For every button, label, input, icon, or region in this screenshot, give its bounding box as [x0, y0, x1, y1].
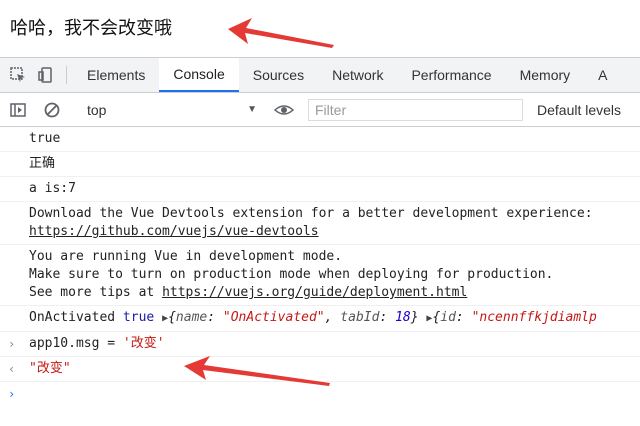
result-arrow-icon: ‹	[8, 362, 16, 376]
tab-sources[interactable]: Sources	[239, 58, 318, 92]
obj1-key2: tabId	[340, 310, 380, 325]
page-text: 哈哈，我不会改变哦	[10, 18, 172, 39]
obj2-key1: id	[440, 310, 456, 325]
console-toolbar: top ▼ Default levels	[0, 93, 640, 127]
console-message: true	[0, 127, 640, 152]
inspect-element-icon[interactable]	[4, 58, 32, 92]
annotation-arrow-top	[228, 18, 334, 48]
log-levels-dropdown[interactable]: Default levels	[537, 102, 621, 118]
input-string: '改变'	[122, 336, 165, 351]
tab-memory[interactable]: Memory	[506, 58, 585, 92]
input-expression: app10.msg =	[29, 336, 123, 351]
device-toolbar-icon[interactable]	[32, 58, 60, 92]
dev-mode-line-2: Make sure to turn on production mode whe…	[29, 267, 554, 282]
object-preview-2[interactable]: ▶{id: "ncennffkjdiamlp	[426, 310, 596, 325]
obj1-val2: 18	[395, 310, 411, 325]
tab-elements[interactable]: Elements	[73, 58, 159, 92]
console-message: a is:7	[0, 177, 640, 202]
console-message: 正确	[0, 152, 640, 177]
annotation-arrow-bottom	[184, 356, 330, 386]
vue-devtools-link[interactable]: https://github.com/vuejs/vue-devtools	[29, 224, 319, 239]
obj1-key1: name	[175, 310, 208, 325]
deployment-guide-link[interactable]: https://vuejs.org/guide/deployment.html	[162, 285, 467, 300]
activated-label: OnActivated	[29, 310, 116, 325]
console-message: Download the Vue Devtools extension for …	[0, 202, 640, 245]
context-selector[interactable]: top ▼	[87, 98, 257, 122]
console-message: OnActivated true ▶{name: "OnActivated", …	[0, 306, 640, 332]
object-preview-1[interactable]: ▶{name: "OnActivated", tabId: 18}	[162, 310, 419, 325]
filter-input[interactable]	[308, 98, 523, 121]
dev-mode-line-1: You are running Vue in development mode.	[29, 249, 343, 264]
dev-mode-line-3: See more tips at	[29, 285, 163, 300]
chevron-down-icon: ▼	[247, 104, 257, 115]
obj2-val1: "ncennffkjdiamlp	[471, 310, 597, 325]
clear-console-icon[interactable]	[38, 101, 66, 119]
eye-icon[interactable]	[270, 101, 298, 119]
prompt-chevron-icon: ›	[8, 387, 16, 401]
activated-bool: true	[122, 310, 155, 325]
devtools-tabbar: Elements Console Sources Network Perform…	[0, 57, 640, 93]
devtools-message-text: Download the Vue Devtools extension for …	[29, 206, 593, 221]
tab-network[interactable]: Network	[318, 58, 397, 92]
result-value: "改变"	[29, 361, 71, 376]
tab-performance[interactable]: Performance	[397, 58, 505, 92]
tab-console[interactable]: Console	[159, 58, 239, 92]
obj1-val1: "OnActivated"	[222, 310, 325, 325]
tabbar-separator	[66, 66, 67, 84]
tab-application[interactable]: A	[584, 58, 607, 92]
sidebar-toggle-icon[interactable]	[4, 101, 32, 119]
console-message: You are running Vue in development mode.…	[0, 245, 640, 306]
chevron-right-icon: ›	[8, 337, 16, 351]
context-value: top	[87, 101, 107, 118]
